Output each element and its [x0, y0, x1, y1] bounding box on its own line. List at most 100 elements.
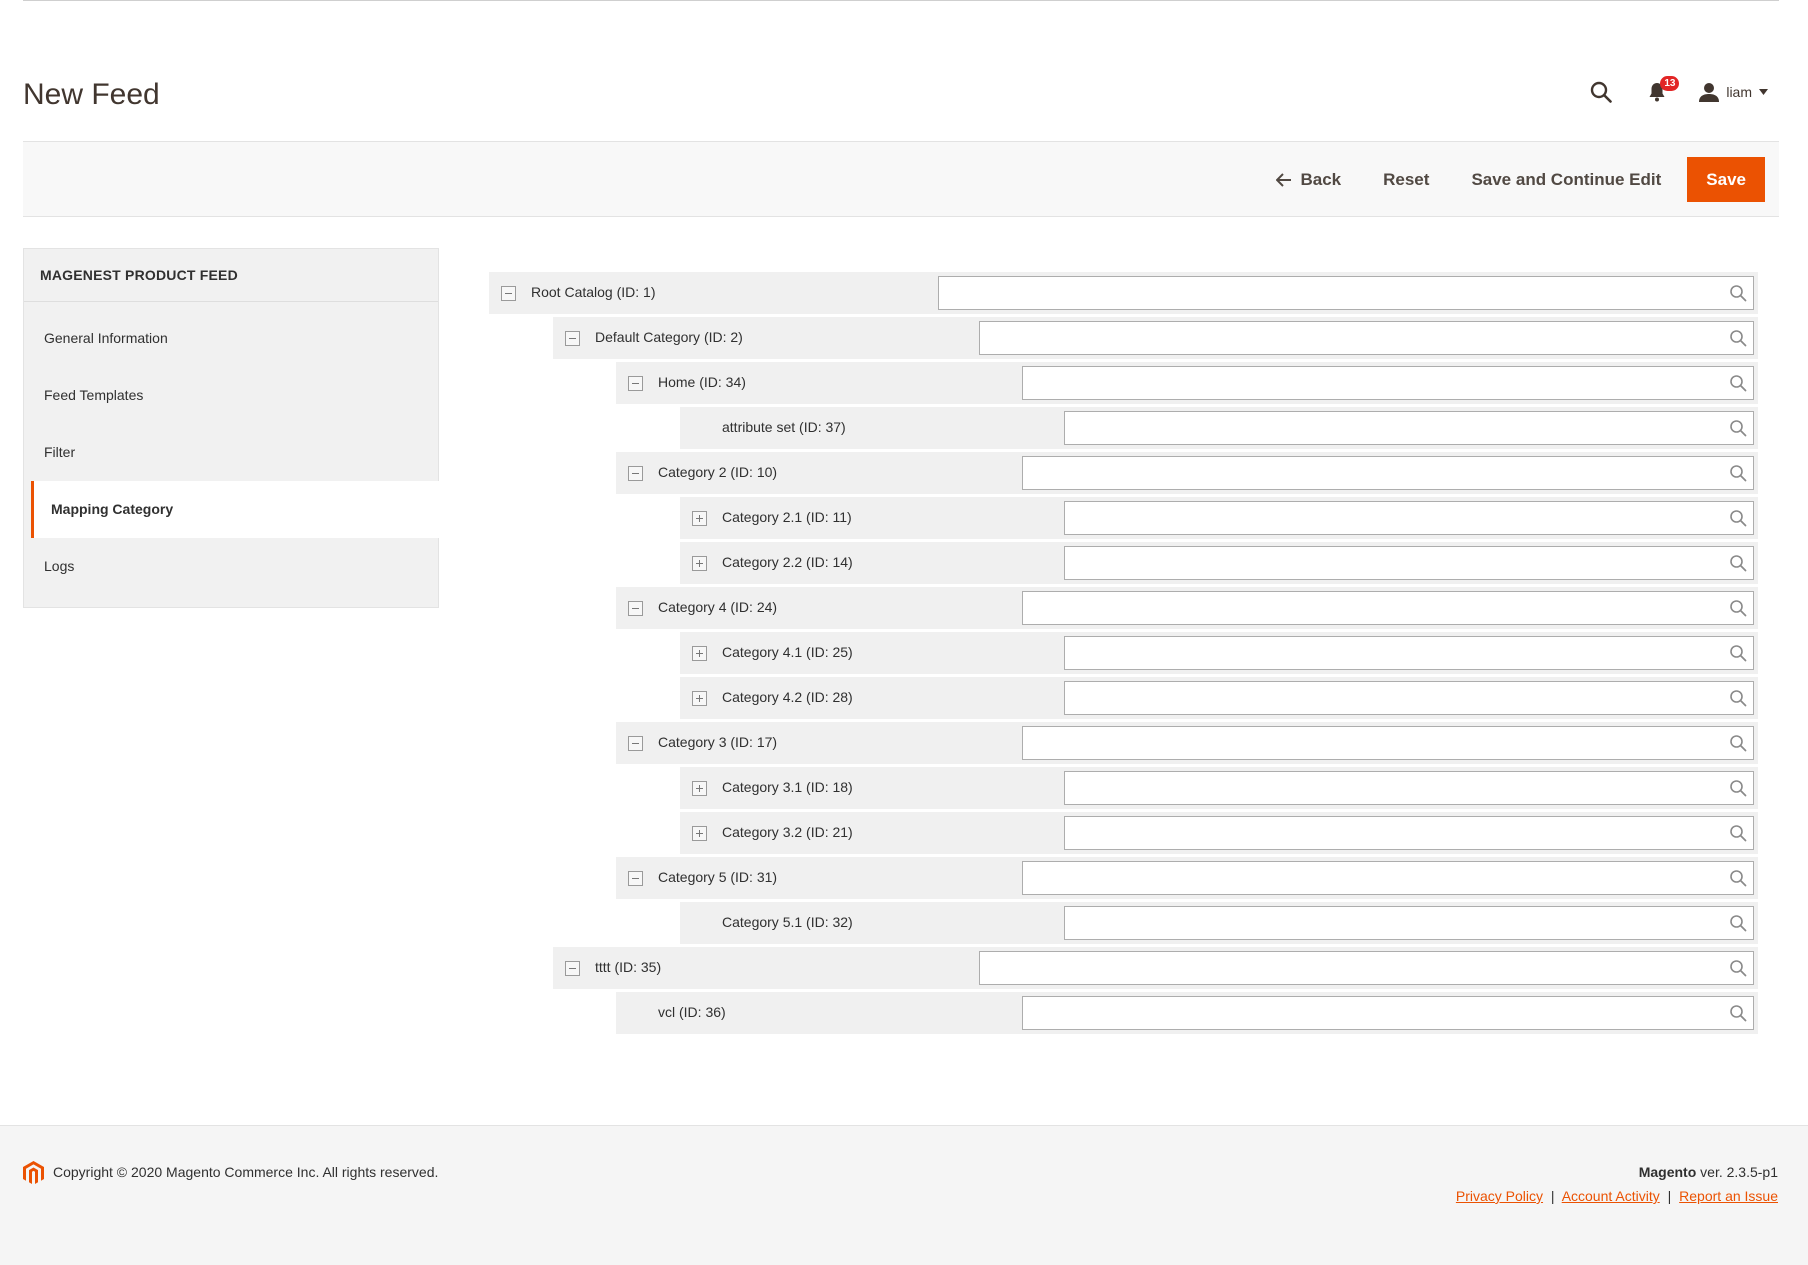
tree-row: Default Category (ID: 2)	[553, 317, 1758, 359]
category-mapping-input[interactable]	[1065, 907, 1753, 939]
collapse-toggle-icon[interactable]	[565, 961, 580, 976]
save-and-continue-button[interactable]: Save and Continue Edit	[1455, 160, 1677, 200]
tree-row: Category 5.1 (ID: 32)	[680, 902, 1758, 944]
category-label: Category 3.2 (ID: 21)	[722, 824, 853, 840]
tree-row: Home (ID: 34)	[616, 362, 1758, 404]
category-label: Category 3.1 (ID: 18)	[722, 779, 853, 795]
privacy-policy-link[interactable]: Privacy Policy	[1456, 1188, 1543, 1204]
page-footer: Copyright © 2020 Magento Commerce Inc. A…	[0, 1125, 1808, 1265]
category-mapping-input[interactable]	[1065, 502, 1753, 534]
search-icon[interactable]	[1729, 419, 1747, 437]
search-icon[interactable]	[1729, 329, 1747, 347]
collapse-toggle-icon[interactable]	[628, 871, 643, 886]
tree-row: Root Catalog (ID: 1)	[489, 272, 1758, 314]
expand-toggle-icon[interactable]	[692, 556, 707, 571]
category-mapping-field	[1022, 366, 1754, 400]
category-mapping-input[interactable]	[1023, 997, 1753, 1029]
category-label: Category 4.2 (ID: 28)	[722, 689, 853, 705]
back-button-label: Back	[1300, 169, 1342, 189]
copyright-text: Copyright © 2020 Magento Commerce Inc. A…	[53, 1164, 439, 1180]
category-label: Category 2.2 (ID: 14)	[722, 554, 853, 570]
category-mapping-input[interactable]	[1023, 592, 1753, 624]
category-mapping-input[interactable]	[1023, 367, 1753, 399]
tree-row: Category 3.1 (ID: 18)	[680, 767, 1758, 809]
search-icon[interactable]	[1729, 599, 1747, 617]
search-icon[interactable]	[1729, 689, 1747, 707]
collapse-toggle-icon[interactable]	[628, 601, 643, 616]
category-mapping-input[interactable]	[980, 322, 1753, 354]
search-icon[interactable]	[1729, 734, 1747, 752]
global-search-button[interactable]	[1587, 78, 1615, 106]
search-icon[interactable]	[1729, 284, 1747, 302]
sidebar-item-filter[interactable]: Filter	[24, 424, 438, 481]
report-issue-link[interactable]: Report an Issue	[1679, 1188, 1778, 1204]
search-icon[interactable]	[1729, 914, 1747, 932]
category-mapping-field	[1022, 861, 1754, 895]
category-mapping-field	[1064, 501, 1754, 535]
tree-row: Category 2.2 (ID: 14)	[680, 542, 1758, 584]
user-account-menu[interactable]: liam	[1699, 82, 1768, 102]
tree-row: Category 4.1 (ID: 25)	[680, 632, 1758, 674]
category-label: Default Category (ID: 2)	[595, 329, 743, 345]
account-activity-link[interactable]: Account Activity	[1562, 1188, 1660, 1204]
category-mapping-input[interactable]	[1065, 682, 1753, 714]
notifications-button[interactable]: 13	[1643, 76, 1680, 106]
category-mapping-input[interactable]	[980, 952, 1753, 984]
caret-down-icon	[1759, 89, 1768, 95]
version-number: ver. 2.3.5-p1	[1696, 1164, 1778, 1180]
category-mapping-field	[938, 276, 1754, 310]
search-icon[interactable]	[1729, 644, 1747, 662]
page-actions-toolbar: Back Reset Save and Continue Edit Save	[23, 141, 1779, 217]
category-label: Category 2.1 (ID: 11)	[722, 509, 852, 525]
collapse-toggle-icon[interactable]	[501, 286, 516, 301]
search-icon[interactable]	[1729, 509, 1747, 527]
collapse-toggle-icon[interactable]	[628, 736, 643, 751]
search-icon[interactable]	[1729, 869, 1747, 887]
category-label: attribute set (ID: 37)	[722, 419, 846, 435]
search-icon[interactable]	[1729, 959, 1747, 977]
search-icon[interactable]	[1729, 374, 1747, 392]
expand-toggle-icon[interactable]	[692, 826, 707, 841]
category-mapping-input[interactable]	[1065, 772, 1753, 804]
tree-row: Category 2 (ID: 10)	[616, 452, 1758, 494]
notifications-count-badge: 13	[1660, 76, 1680, 91]
expand-toggle-icon[interactable]	[692, 511, 707, 526]
tree-row: Category 4.2 (ID: 28)	[680, 677, 1758, 719]
category-mapping-input[interactable]	[1065, 412, 1753, 444]
expand-toggle-icon[interactable]	[692, 646, 707, 661]
search-icon[interactable]	[1729, 824, 1747, 842]
back-button[interactable]: Back	[1260, 160, 1357, 200]
sidebar-item-feed-templates[interactable]: Feed Templates	[24, 367, 438, 424]
collapse-toggle-icon[interactable]	[565, 331, 580, 346]
category-label: Category 4 (ID: 24)	[658, 599, 778, 615]
search-icon[interactable]	[1729, 464, 1747, 482]
sidebar-item-logs[interactable]: Logs	[24, 538, 438, 595]
footer-links: Privacy Policy | Account Activity | Repo…	[1456, 1188, 1778, 1204]
category-mapping-input[interactable]	[1023, 862, 1753, 894]
search-icon[interactable]	[1729, 1004, 1747, 1022]
sidebar-item-mapping-category[interactable]: Mapping Category	[31, 481, 440, 538]
collapse-toggle-icon[interactable]	[628, 466, 643, 481]
collapse-toggle-icon[interactable]	[628, 376, 643, 391]
expand-toggle-icon[interactable]	[692, 691, 707, 706]
reset-button[interactable]: Reset	[1367, 160, 1445, 200]
top-divider	[23, 0, 1779, 1]
category-mapping-input[interactable]	[1065, 637, 1753, 669]
category-mapping-input[interactable]	[1023, 727, 1753, 759]
tree-row: vcl (ID: 36)	[616, 992, 1758, 1034]
save-button[interactable]: Save	[1687, 157, 1765, 202]
category-mapping-input[interactable]	[1023, 457, 1753, 489]
expand-toggle-icon[interactable]	[692, 781, 707, 796]
category-mapping-input[interactable]	[939, 277, 1753, 309]
category-label: Category 3 (ID: 17)	[658, 734, 778, 750]
category-mapping-field	[1064, 771, 1754, 805]
user-icon	[1699, 83, 1720, 102]
category-mapping-input[interactable]	[1065, 817, 1753, 849]
category-mapping-input[interactable]	[1065, 547, 1753, 579]
magento-logo-icon	[23, 1161, 44, 1184]
sidebar-item-general-information[interactable]: General Information	[24, 310, 438, 367]
search-icon[interactable]	[1729, 779, 1747, 797]
search-icon[interactable]	[1729, 554, 1747, 572]
category-label: Category 2 (ID: 10)	[658, 464, 778, 480]
category-mapping-field	[1022, 726, 1754, 760]
